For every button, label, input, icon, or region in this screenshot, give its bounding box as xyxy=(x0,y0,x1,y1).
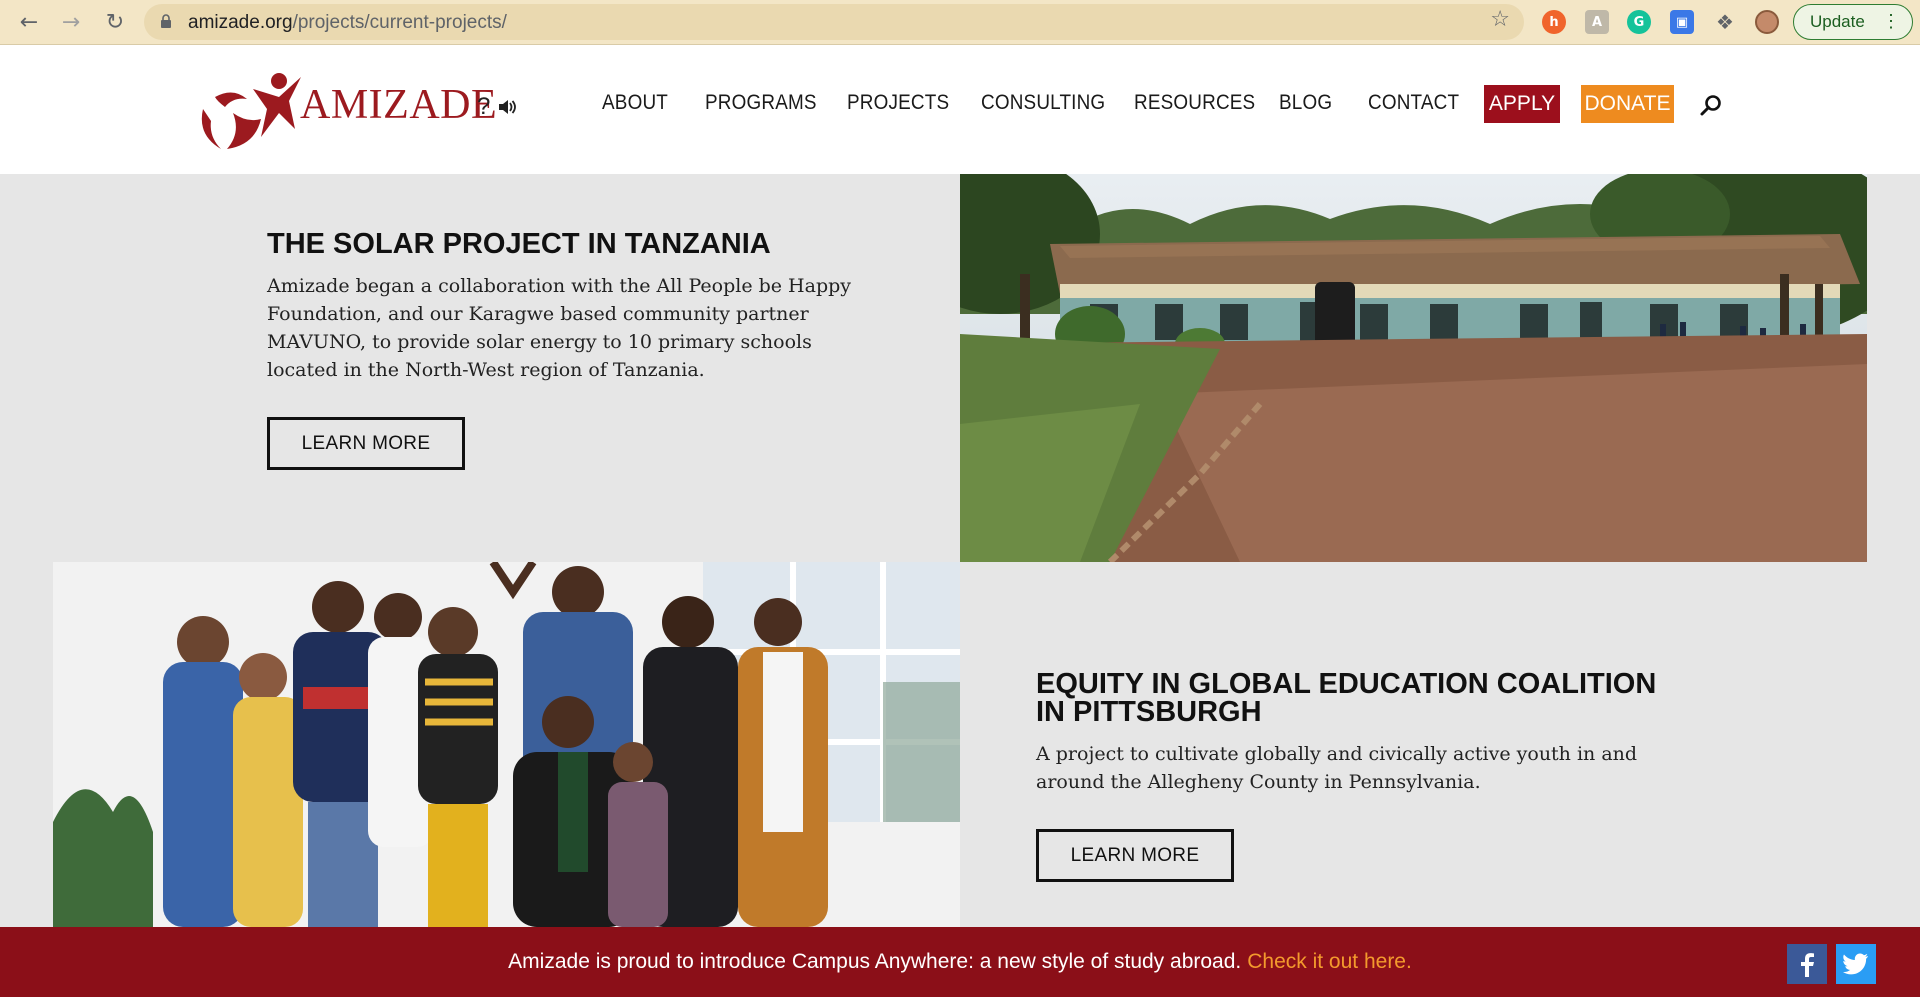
forward-icon[interactable]: → xyxy=(56,8,86,38)
screen-extension-icon[interactable]: ▣ xyxy=(1670,10,1694,34)
project-photo-school xyxy=(960,174,1867,562)
nav-projects[interactable]: PROJECTS xyxy=(847,91,949,115)
project-card-equity: EQUITY IN GLOBAL EDUCATION COALITION IN … xyxy=(1036,670,1676,882)
donate-button[interactable]: DONATE xyxy=(1581,85,1674,123)
browser-toolbar: ← → ↻ amizade.org/projects/current-proje… xyxy=(0,0,1920,45)
project-description: Amizade began a collaboration with the A… xyxy=(267,275,851,381)
project-description: A project to cultivate globally and civi… xyxy=(1036,743,1638,793)
back-icon[interactable]: ← xyxy=(14,8,44,38)
extensions-puzzle-icon[interactable]: ❖ xyxy=(1713,10,1737,34)
translate-extension-icon[interactable]: A xyxy=(1585,10,1609,34)
bookmark-star-icon[interactable]: ☆ xyxy=(1490,7,1510,32)
project-card-solar: THE SOLAR PROJECT IN TANZANIA Amizade be… xyxy=(267,230,887,470)
nav-consulting[interactable]: CONSULTING xyxy=(981,91,1105,115)
update-label: Update xyxy=(1810,12,1865,31)
twitter-icon[interactable] xyxy=(1836,944,1876,984)
learn-more-button[interactable]: LEARN MORE xyxy=(1036,829,1234,882)
search-icon[interactable] xyxy=(1699,93,1723,117)
nav-about[interactable]: ABOUT xyxy=(602,91,668,115)
main-navigation: ABOUT PROGRAMS PROJECTS CONSULTING RESOU… xyxy=(0,45,1920,174)
nav-resources[interactable]: RESOURCES xyxy=(1134,91,1255,115)
reload-icon[interactable]: ↻ xyxy=(100,8,130,38)
grammarly-extension-icon[interactable]: G xyxy=(1627,10,1651,34)
projects-list: THE SOLAR PROJECT IN TANZANIA Amizade be… xyxy=(0,174,1920,927)
learn-more-button[interactable]: LEARN MORE xyxy=(267,417,465,470)
announcement-link[interactable]: Check it out here. xyxy=(1247,950,1412,974)
project-title: EQUITY IN GLOBAL EDUCATION COALITION IN … xyxy=(1036,668,1657,728)
browser-update-button[interactable]: Update ⋮ xyxy=(1793,4,1913,40)
project-title: THE SOLAR PROJECT IN TANZANIA xyxy=(267,228,771,260)
profile-avatar[interactable] xyxy=(1755,10,1779,34)
nav-programs[interactable]: PROGRAMS xyxy=(705,91,817,115)
apply-button[interactable]: APPLY xyxy=(1484,85,1560,123)
address-bar[interactable]: amizade.org/projects/current-projects/ ☆ xyxy=(144,4,1524,40)
site-header: AMIZADE ? ABOUT PROGRAMS PROJECTS CONSUL… xyxy=(0,45,1920,174)
lock-icon xyxy=(161,14,171,28)
nav-contact[interactable]: CONTACT xyxy=(1368,91,1459,115)
facebook-icon[interactable] xyxy=(1787,944,1827,984)
announcement-message: Amizade is proud to introduce Campus Any… xyxy=(0,927,1920,997)
menu-kebab-icon: ⋮ xyxy=(1882,11,1900,31)
announcement-bar: Amizade is proud to introduce Campus Any… xyxy=(0,927,1920,997)
url-text: amizade.org/projects/current-projects/ xyxy=(188,12,507,33)
announcement-text: Amizade is proud to introduce Campus Any… xyxy=(508,950,1242,973)
project-photo-group xyxy=(53,562,960,927)
nav-blog[interactable]: BLOG xyxy=(1279,91,1332,115)
honey-extension-icon[interactable]: h xyxy=(1542,10,1566,34)
